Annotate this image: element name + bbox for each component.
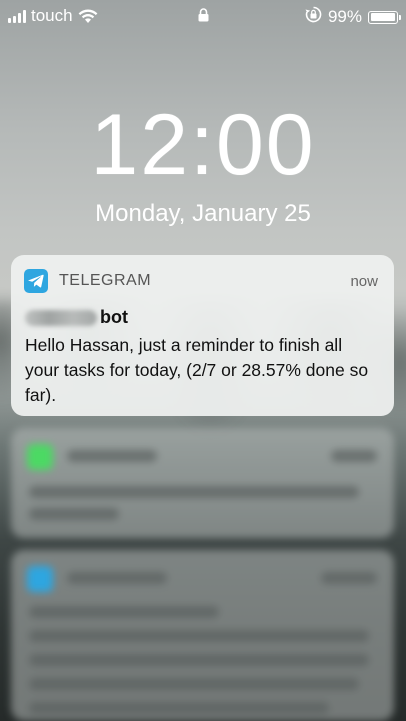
blurred-notification-2[interactable] xyxy=(11,550,394,721)
blurred-app-icon xyxy=(27,444,53,470)
blurred-text-line xyxy=(29,702,329,714)
padlock-icon xyxy=(198,7,209,27)
status-left: touch xyxy=(8,6,98,26)
blurred-text-line xyxy=(67,450,157,462)
blurred-notification-1[interactable] xyxy=(11,428,394,538)
battery-icon xyxy=(368,10,401,24)
battery-level-fill xyxy=(370,13,396,21)
telegram-icon xyxy=(24,269,48,293)
wifi-icon xyxy=(78,9,98,24)
notification-app-name: TELEGRAM xyxy=(59,272,152,289)
notification-sender-suffix: bot xyxy=(100,307,128,327)
telegram-notification[interactable]: TELEGRAM now bot Hello Hassan, just a re… xyxy=(11,255,394,416)
blurred-app-icon xyxy=(27,566,53,592)
notification-header: TELEGRAM now xyxy=(24,269,378,293)
notification-time: now xyxy=(350,272,378,290)
blurred-text-line xyxy=(67,572,167,584)
blurred-text-line xyxy=(29,654,369,666)
carrier-name: touch xyxy=(31,6,73,25)
notification-message: Hello Hassan, just a reminder to finish … xyxy=(25,335,369,405)
blurred-text-line xyxy=(331,450,377,462)
battery-percentage: 99% xyxy=(327,7,362,26)
status-right: 99% xyxy=(305,6,401,28)
cellular-signal-icon xyxy=(8,9,26,23)
blurred-text-line xyxy=(29,508,119,520)
blurred-text-line xyxy=(321,572,377,584)
lock-screen-date: Monday, January 25 xyxy=(95,200,311,227)
rotation-lock-icon xyxy=(305,6,322,28)
blurred-text-line xyxy=(29,606,219,618)
lock-screen-time: 12:00 xyxy=(90,97,316,193)
blurred-text-line xyxy=(29,678,359,690)
blurred-text-line xyxy=(29,486,359,498)
blurred-text-line xyxy=(29,630,369,642)
status-bar: touch 99% xyxy=(0,0,406,32)
redacted-name xyxy=(25,309,97,326)
notification-sender: bot xyxy=(25,307,128,328)
